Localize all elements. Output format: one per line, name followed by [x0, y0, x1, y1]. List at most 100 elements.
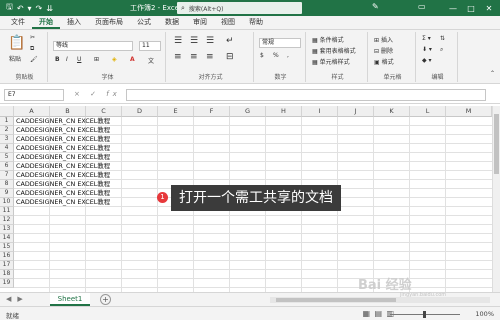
zoom-slider-knob[interactable] [423, 311, 426, 318]
paste-icon[interactable]: 📋 [8, 35, 25, 51]
row-header[interactable]: 8 [0, 180, 14, 189]
horizontal-scrollbar[interactable] [270, 297, 490, 303]
align-top-icon[interactable]: ☰ [174, 36, 182, 46]
ribbon-display-icon[interactable]: ▭ [418, 2, 426, 11]
column-header[interactable]: H [266, 106, 302, 117]
cell-a2[interactable]: CADDESIGNER_CN EXCEL教程 [16, 126, 110, 135]
redo-icon[interactable]: ↷ [36, 4, 43, 13]
close-button[interactable]: ✕ [480, 4, 498, 13]
cell-a9[interactable]: CADDESIGNER_CN EXCEL教程 [16, 189, 110, 198]
border-icon[interactable]: ⊞ [94, 56, 99, 63]
tab-view[interactable]: 视图 [214, 16, 242, 29]
name-box[interactable]: E7 [4, 89, 64, 101]
conditional-format-button[interactable]: ▦ 条件格式 [312, 35, 344, 44]
currency-icon[interactable]: $ [260, 52, 264, 59]
tab-help[interactable]: 帮助 [242, 16, 270, 29]
cell-styles-button[interactable]: ▦ 单元格样式 [312, 57, 350, 66]
fx-icon[interactable]: fx [106, 90, 121, 98]
fill-color-icon[interactable]: ◈ [112, 56, 117, 63]
align-right-icon[interactable]: ≡ [206, 52, 214, 62]
page-layout-view-icon[interactable]: ▤ [374, 309, 382, 318]
pen-icon[interactable]: ✎ [372, 2, 379, 11]
copy-icon[interactable]: ⧉ [30, 45, 34, 53]
column-header[interactable]: B [50, 106, 86, 117]
add-sheet-button[interactable]: + [100, 294, 111, 305]
horizontal-scroll-thumb[interactable] [276, 298, 396, 302]
tab-review[interactable]: 审阅 [186, 16, 214, 29]
row-header[interactable]: 19 [0, 279, 14, 288]
percent-icon[interactable]: % [273, 52, 279, 59]
customize-icon[interactable]: ⇊ [46, 4, 53, 13]
row-header[interactable]: 10 [0, 198, 14, 207]
column-header[interactable]: G [230, 106, 266, 117]
row-header[interactable]: 6 [0, 162, 14, 171]
align-center-icon[interactable]: ≡ [190, 52, 198, 62]
sort-filter-icon[interactable]: ⇅ [440, 35, 445, 42]
cell-a5[interactable]: CADDESIGNER_CN EXCEL教程 [16, 153, 110, 162]
vertical-scrollbar[interactable] [492, 106, 500, 292]
row-header[interactable]: 16 [0, 252, 14, 261]
align-bottom-icon[interactable]: ☰ [206, 36, 214, 46]
collapse-ribbon-icon[interactable]: ⌃ [490, 70, 495, 77]
delete-cells-button[interactable]: ⊟ 删除 [374, 46, 393, 55]
normal-view-icon[interactable]: ▦ [362, 309, 370, 318]
clear-icon[interactable]: ◆ ▾ [422, 57, 432, 64]
vertical-scroll-thumb[interactable] [494, 114, 499, 174]
format-as-table-button[interactable]: ▦ 套用表格格式 [312, 46, 356, 55]
row-header[interactable]: 12 [0, 216, 14, 225]
cell-a6[interactable]: CADDESIGNER_CN EXCEL教程 [16, 162, 110, 171]
tab-insert[interactable]: 插入 [60, 16, 88, 29]
minimize-button[interactable]: — [444, 4, 462, 13]
tab-data[interactable]: 数据 [158, 16, 186, 29]
paste-button-label[interactable]: 粘贴 [9, 54, 21, 63]
autosum-icon[interactable]: Σ ▾ [422, 35, 431, 42]
row-header[interactable]: 17 [0, 261, 14, 270]
zoom-level[interactable]: 100% [475, 310, 494, 318]
cell-a4[interactable]: CADDESIGNER_CN EXCEL教程 [16, 144, 110, 153]
comma-icon[interactable]: , [287, 52, 289, 59]
tab-home[interactable]: 开始 [32, 16, 60, 29]
cell-a10[interactable]: CADDESIGNER_CN EXCEL教程 [16, 198, 110, 207]
column-header[interactable]: J [338, 106, 374, 117]
italic-button[interactable]: I [66, 56, 68, 63]
fill-icon[interactable]: ⬇ ▾ [422, 46, 432, 53]
find-icon[interactable]: ⌕ [440, 46, 443, 54]
undo-icon[interactable]: ↶ [17, 4, 24, 13]
maximize-button[interactable]: □ [462, 4, 480, 13]
column-header[interactable]: L [410, 106, 446, 117]
row-header[interactable]: 3 [0, 135, 14, 144]
merge-center-icon[interactable]: ⊟ [226, 52, 234, 62]
number-format-select[interactable]: 常规 [259, 38, 301, 48]
cell-a3[interactable]: CADDESIGNER_CN EXCEL教程 [16, 135, 110, 144]
save-icon[interactable]: 🖫 [6, 1, 13, 15]
column-header[interactable]: E [158, 106, 194, 117]
row-header[interactable]: 11 [0, 207, 14, 216]
enter-icon[interactable]: ✓ [90, 90, 100, 98]
row-header[interactable]: 5 [0, 153, 14, 162]
select-all-corner[interactable] [0, 106, 14, 117]
tab-page-layout[interactable]: 页面布局 [88, 16, 130, 29]
column-header[interactable]: M [446, 106, 492, 117]
sheet-tab[interactable]: Sheet1 [50, 293, 90, 306]
row-header[interactable]: 1 [0, 117, 14, 126]
insert-cells-button[interactable]: ⊞ 插入 [374, 35, 393, 44]
row-header[interactable]: 18 [0, 270, 14, 279]
row-header[interactable]: 4 [0, 144, 14, 153]
cell-a8[interactable]: CADDESIGNER_CN EXCEL教程 [16, 180, 110, 189]
font-size-select[interactable]: 11 [139, 41, 161, 51]
column-header[interactable]: C [86, 106, 122, 117]
row-header[interactable]: 7 [0, 171, 14, 180]
sheet-nav-arrows[interactable]: ◀▶ [6, 295, 29, 303]
formula-input[interactable] [126, 89, 486, 101]
align-left-icon[interactable]: ≡ [174, 52, 182, 62]
cell-a7[interactable]: CADDESIGNER_CN EXCEL教程 [16, 171, 110, 180]
column-header[interactable]: I [302, 106, 338, 117]
dropdown-icon[interactable]: ▾ [28, 4, 32, 13]
row-header[interactable]: 2 [0, 126, 14, 135]
cut-icon[interactable]: ✂ [30, 34, 35, 41]
font-name-select[interactable]: 等线 [53, 41, 133, 51]
format-painter-icon[interactable]: 🖌 [30, 56, 38, 63]
tab-formulas[interactable]: 公式 [130, 16, 158, 29]
tab-file[interactable]: 文件 [4, 16, 32, 29]
format-cells-button[interactable]: ▣ 格式 [374, 57, 394, 66]
